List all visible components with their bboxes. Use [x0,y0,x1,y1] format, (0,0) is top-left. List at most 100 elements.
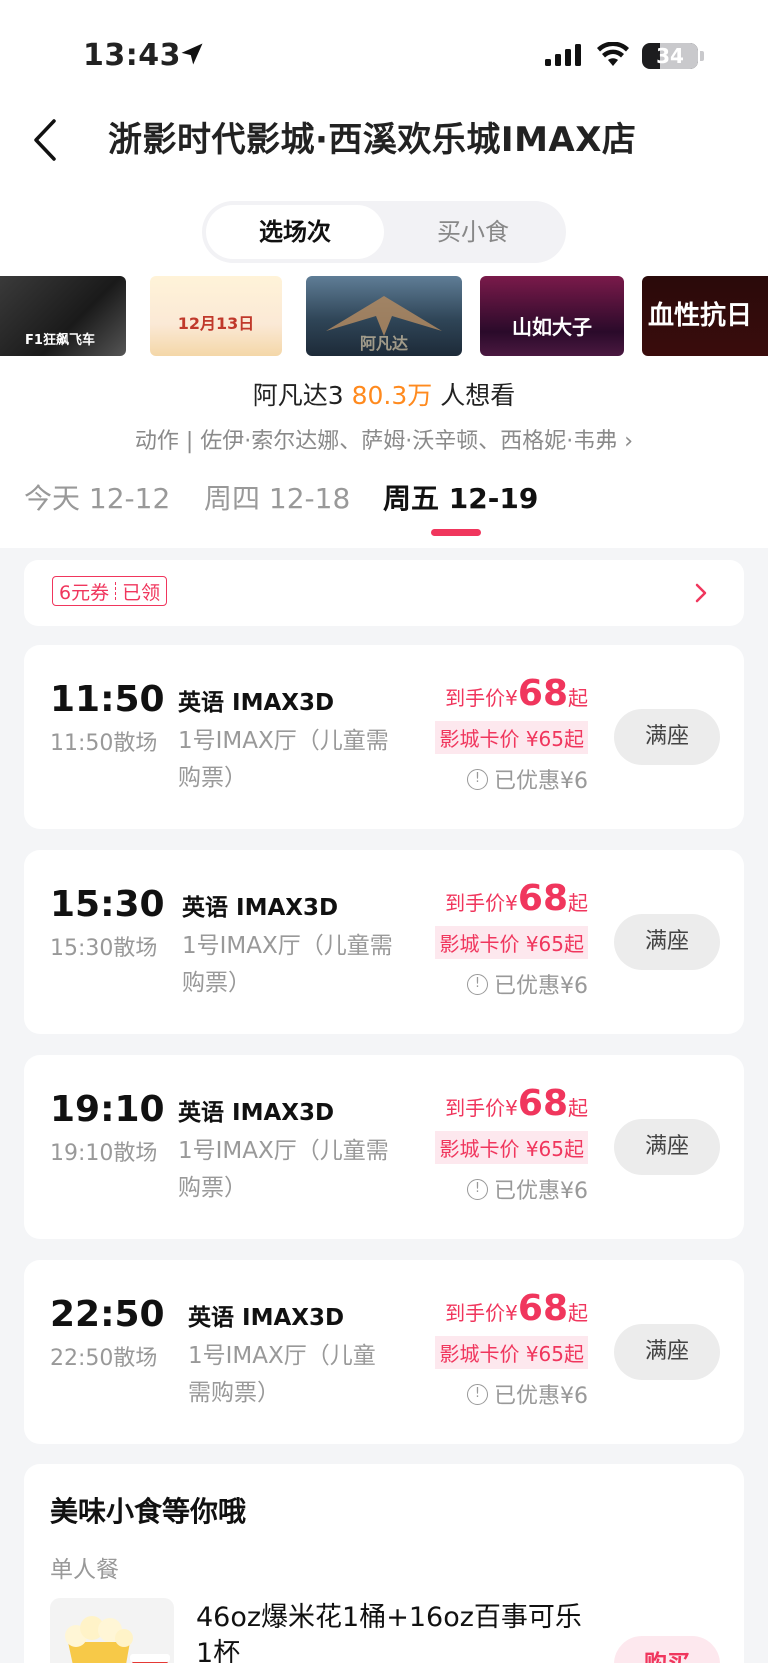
discount-text: 已优惠¥6 [494,769,588,794]
battery-level: 34 [656,44,684,68]
full-seat-button[interactable]: 满座 [614,1324,720,1380]
show-price: 到手价¥68起 [445,878,588,919]
coupon-badge: 6元券 已领 [52,576,168,606]
info-icon: ! [467,768,488,790]
show-hall: 1号IMAX厅（儿童需购票） [178,1138,389,1201]
info-icon: ! [467,1178,488,1200]
full-seat-button[interactable]: 满座 [614,914,720,970]
discount-note: ! 已优惠¥6 [467,1173,588,1205]
show-price: 到手价¥68起 [445,1288,588,1329]
show-end-time: 15:30散场 [50,936,158,961]
showtime-card[interactable]: 22:50 22:50散场 英语 IMAX3D 1号IMAX厅（儿童需购票） 到… [24,1260,744,1444]
show-start-time: 22:50 [50,1294,165,1335]
discount-text: 已优惠¥6 [494,1384,588,1409]
battery-cap [700,51,704,61]
show-price: 到手价¥68起 [445,1083,588,1124]
segment-control: 选场次 买小食 [202,201,566,263]
coupon-status: 已领 [122,581,161,604]
coupon-bar[interactable]: 6元券 已领 [24,560,744,626]
card-price: 影城卡价 ¥65起 [435,721,588,754]
poster-label: 阿凡达 [359,334,408,353]
price-prefix: 到手价¥ [445,1096,518,1120]
show-language: 英语 IMAX3D [188,1305,345,1331]
poster-label: F1狂飙飞车 [25,333,95,348]
discount-note: ! 已优惠¥6 [467,1378,588,1410]
price-prefix: 到手价¥ [445,891,518,915]
poster-label: 血性抗日 [648,301,753,331]
date-tab-fri[interactable]: 周五 12-19 [383,477,538,517]
snack-item-name[interactable]: 46oz爆米花1桶+16oz百事可乐1杯 [196,1600,596,1663]
show-end-time: 11:50散场 [50,731,158,756]
full-seat-button[interactable]: 满座 [614,1119,720,1175]
poster-item[interactable]: 山如大子 [480,276,624,356]
back-arrow-icon[interactable] [30,115,64,165]
tab-buy-snacks[interactable]: 买小食 [384,205,562,259]
showtime-card[interactable]: 11:50 11:50散场 英语 IMAX3D 1号IMAX厅（儿童需购票） 到… [24,645,744,829]
card-price: 影城卡价 ¥65起 [435,926,588,959]
discount-note: ! 已优惠¥6 [467,968,588,1000]
poster-item[interactable]: 阿凡达 [306,276,462,356]
showtime-card[interactable]: 19:10 19:10散场 英语 IMAX3D 1号IMAX厅（儿童需购票） 到… [24,1055,744,1239]
show-start-time: 15:30 [50,884,165,925]
showtime-card[interactable]: 15:30 15:30散场 英语 IMAX3D 1号IMAX厅（儿童需购票） 到… [24,850,744,1034]
card-price: 影城卡价 ¥65起 [435,1131,588,1164]
popcorn-icon [65,1616,170,1663]
date-tab-today[interactable]: 今天 12-12 [24,477,170,517]
discount-text: 已优惠¥6 [494,974,588,999]
movie-name: 阿凡达3 [252,381,344,410]
snack-category[interactable]: 单人餐 [50,1550,119,1584]
chevron-right-icon [695,583,707,603]
poster-item[interactable]: 血性抗日 [642,276,768,356]
buy-snack-button[interactable]: 购买 [614,1636,720,1663]
show-end-time: 22:50散场 [50,1346,158,1371]
date-tab-indicator [431,529,481,536]
movie-summary[interactable]: 阿凡达3 80.3万 人想看 [0,376,768,412]
price-prefix: 到手价¥ [445,686,518,710]
info-icon: ! [467,973,488,995]
cinema-title: 浙影时代影城·西溪欢乐城IMAX店 [108,120,637,160]
price-suffix: 起 [568,1096,588,1120]
top-panel [0,0,768,548]
show-start-time: 11:50 [50,679,165,720]
info-icon: ! [467,1383,488,1405]
price-suffix: 起 [568,1301,588,1325]
snack-section-title: 美味小食等你哦 [50,1495,247,1528]
tab-select-showtime[interactable]: 选场次 [206,205,384,259]
price-value: 68 [517,878,568,919]
popcorn-image[interactable] [50,1598,174,1663]
status-time: 13:43 [83,38,181,73]
poster-label: 12月13日 [177,314,255,333]
price-value: 68 [517,673,568,714]
poster-item[interactable]: 12月13日 [150,276,282,356]
show-price: 到手价¥68起 [445,673,588,714]
full-seat-button[interactable]: 满座 [614,709,720,765]
price-suffix: 起 [568,891,588,915]
date-tab-thu[interactable]: 周四 12-18 [204,477,350,517]
snack-section: 美味小食等你哦 单人餐 46oz爆米花1桶+16oz百事可乐1杯 购买 [24,1464,744,1663]
show-end-time: 19:10散场 [50,1141,158,1166]
discount-note: ! 已优惠¥6 [467,763,588,795]
show-hall: 1号IMAX厅（儿童需购票） [178,728,389,791]
show-language: 英语 IMAX3D [182,895,339,921]
show-language: 英语 IMAX3D [178,690,335,716]
show-hall: 1号IMAX厅（儿童需购票） [188,1343,376,1406]
status-bar: 13:43 34 [0,36,768,76]
poster-item[interactable]: F1狂飙飞车 [0,276,126,356]
discount-text: 已优惠¥6 [494,1179,588,1204]
movie-info[interactable]: 动作 | 佐伊·索尔达娜、萨姆·沃辛顿、西格妮·韦弗 › [0,423,768,455]
card-price: 影城卡价 ¥65起 [435,1336,588,1369]
price-value: 68 [517,1288,568,1329]
battery-icon: 34 [642,43,698,69]
wifi-icon [597,42,629,66]
want-suffix: 人想看 [440,381,516,410]
poster-label: 山如大子 [512,315,592,339]
price-value: 68 [517,1083,568,1124]
price-prefix: 到手价¥ [445,1301,518,1325]
poster-carousel[interactable]: F1狂飙飞车 12月13日 阿凡达 山如大子 血性抗日 [0,276,768,356]
date-tabs: 今天 12-12 周四 12-18 周五 12-19 [0,477,768,537]
want-count: 80.3万 [351,381,433,410]
location-arrow-icon [181,43,203,65]
show-hall: 1号IMAX厅（儿童需购票） [182,933,393,996]
show-language: 英语 IMAX3D [178,1100,335,1126]
coupon-amount: 6元券 [59,581,110,604]
